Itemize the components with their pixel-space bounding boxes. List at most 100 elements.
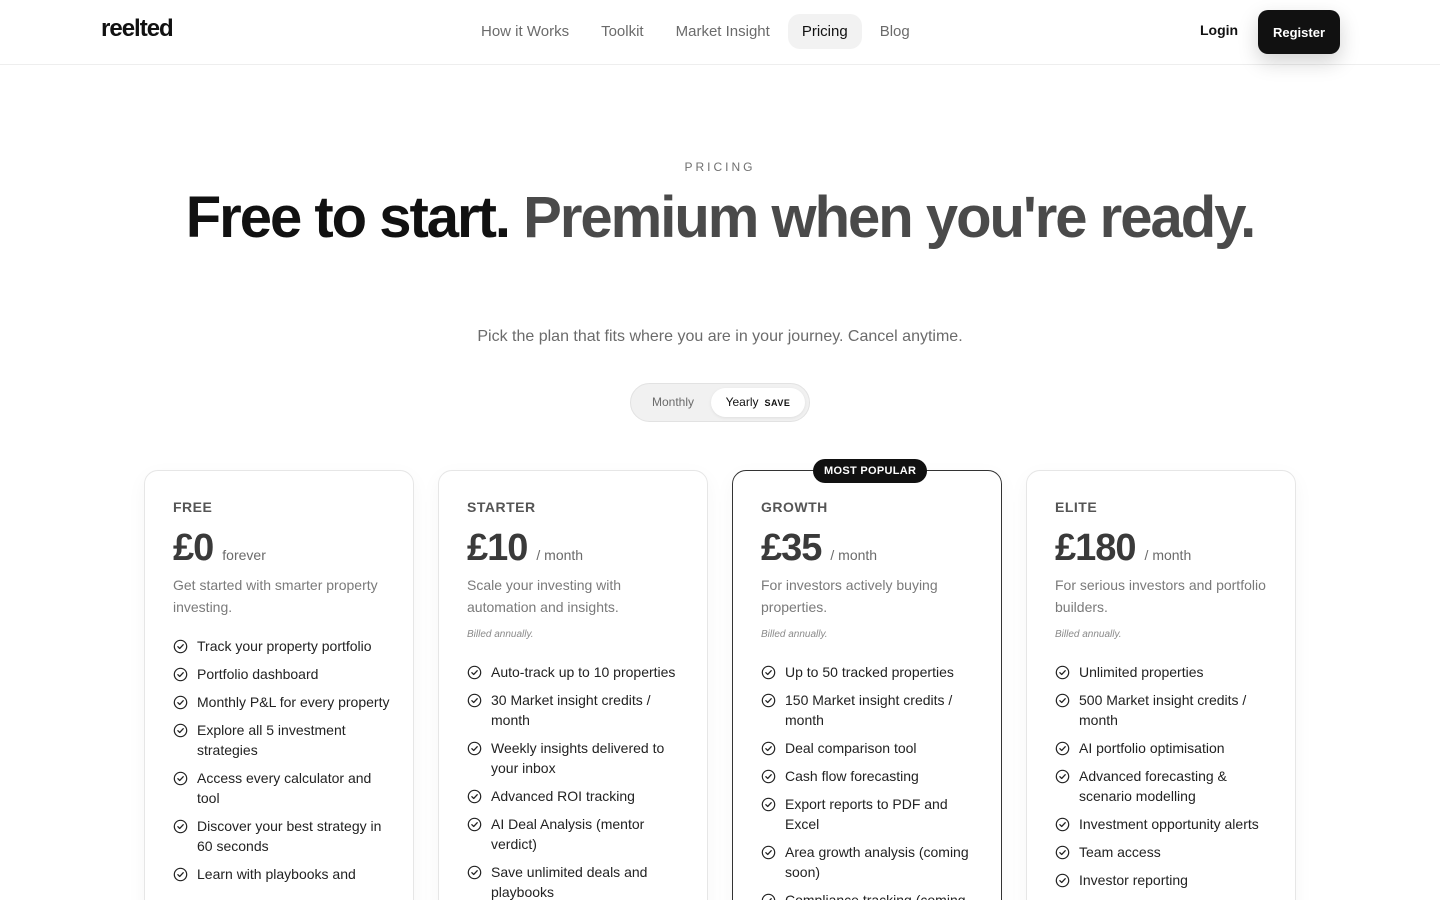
site-header: reelted How it Works Toolkit Market Insi… (0, 0, 1440, 65)
check-circle-icon (761, 769, 776, 784)
feature-item: 30 Market insight credits / month (467, 690, 687, 730)
feature-text: AI Deal Analysis (mentor verdict) (491, 816, 645, 852)
feature-item: Investment opportunity alerts (1055, 814, 1275, 834)
most-popular-badge: MOST POPULAR (813, 459, 928, 483)
plan-price: £10 (467, 527, 528, 569)
plan-card-growth: MOST POPULAR GROWTH £35 / month For inves… (732, 459, 1002, 900)
check-circle-icon (1055, 873, 1070, 888)
feature-item: Weekly insights delivered to your inbox (467, 738, 687, 778)
nav-pricing[interactable]: Pricing (787, 14, 862, 49)
register-button[interactable]: Register (1258, 10, 1340, 54)
toggle-yearly[interactable]: Yearly SAVE (711, 388, 805, 417)
plan-price: £35 (761, 527, 822, 569)
toggle-monthly[interactable]: Monthly (637, 388, 709, 417)
toggle-yearly-label: Yearly (725, 395, 759, 409)
check-circle-icon (173, 771, 188, 786)
feature-item: Learn with playbooks and (173, 864, 393, 884)
feature-text: Advanced ROI tracking (491, 788, 635, 804)
check-circle-icon (467, 741, 482, 756)
feature-text: Compliance tracking (coming (785, 892, 966, 900)
page-headline: Free to start. Premium when you're ready… (0, 188, 1440, 248)
check-circle-icon (761, 665, 776, 680)
feature-item: Track your property portfolio (173, 636, 393, 656)
billing-note: Billed annually. (1055, 629, 1122, 640)
feature-text: Save unlimited deals and playbooks (491, 864, 648, 900)
nav-how-it-works[interactable]: How it Works (467, 14, 583, 49)
feature-item: Save unlimited deals and playbooks (467, 862, 687, 900)
feature-item: Area growth analysis (coming soon) (761, 842, 981, 882)
plan-card-starter: STARTER £10 / month Scale your investing… (438, 470, 708, 900)
feature-item: Explore all 5 investment strategies (173, 720, 393, 760)
check-circle-icon (1055, 693, 1070, 708)
check-circle-icon (173, 667, 188, 682)
feature-item: Advanced ROI tracking (467, 786, 687, 806)
plan-description: Scale your investing with automation and… (467, 577, 622, 615)
feature-item: Auto-track up to 10 properties (467, 662, 687, 682)
price-row: £180 / month (1055, 527, 1191, 570)
feature-list: Unlimited properties 500 Market insight … (1055, 662, 1275, 898)
logo[interactable]: reelted (101, 15, 174, 43)
feature-list: Track your property portfolio Portfolio … (173, 636, 393, 892)
feature-text: Monthly P&L for every property (197, 694, 390, 710)
check-circle-icon (761, 845, 776, 860)
check-circle-icon (761, 797, 776, 812)
feature-item: Discover your best strategy in 60 second… (173, 816, 393, 856)
feature-item: Deal comparison tool (761, 738, 981, 758)
plan-period: / month (536, 547, 584, 563)
check-circle-icon (761, 693, 776, 708)
plan-price: £0 (173, 527, 214, 569)
check-circle-icon (761, 741, 776, 756)
feature-text: Learn with playbooks and (197, 866, 356, 882)
feature-item: AI Deal Analysis (mentor verdict) (467, 814, 687, 854)
feature-list: Up to 50 tracked properties 150 Market i… (761, 662, 981, 900)
feature-text: Cash flow forecasting (785, 768, 919, 784)
plan-card-free: FREE £0 forever Get started with smarter… (144, 470, 414, 900)
nav-toolkit[interactable]: Toolkit (587, 14, 658, 49)
feature-item: AI portfolio optimisation (1055, 738, 1275, 758)
feature-text: Track your property portfolio (197, 638, 372, 654)
feature-item: Up to 50 tracked properties (761, 662, 981, 682)
feature-item: Access every calculator and tool (173, 768, 393, 808)
plan-period: forever (222, 547, 266, 563)
check-circle-icon (761, 893, 776, 900)
feature-text: Advanced forecasting & scenario modellin… (1079, 768, 1227, 804)
feature-item: Investor reporting (1055, 870, 1275, 890)
nav-blog[interactable]: Blog (866, 14, 924, 49)
price-row: £0 forever (173, 527, 266, 570)
check-circle-icon (173, 819, 188, 834)
check-circle-icon (173, 723, 188, 738)
feature-text: Investor reporting (1079, 872, 1188, 888)
login-link[interactable]: Login (1186, 20, 1252, 40)
feature-list: Auto-track up to 10 properties 30 Market… (467, 662, 687, 900)
check-circle-icon (1055, 665, 1070, 680)
plan-description: Get started with smarter property invest… (173, 577, 378, 615)
nav-market-insight[interactable]: Market Insight (662, 14, 784, 49)
plan-price: £180 (1055, 527, 1137, 569)
feature-text: 500 Market insight credits / month (1079, 692, 1247, 728)
headline-grey: Premium when you're ready. (523, 185, 1256, 250)
feature-text: Investment opportunity alerts (1079, 816, 1259, 832)
feature-text: Auto-track up to 10 properties (491, 664, 676, 680)
feature-text: Access every calculator and tool (197, 770, 372, 806)
plan-name: FREE (173, 499, 213, 515)
feature-item: Cash flow forecasting (761, 766, 981, 786)
feature-text: 150 Market insight credits / month (785, 692, 953, 728)
plan-period: / month (830, 547, 878, 563)
price-row: £35 / month (761, 527, 877, 570)
feature-item: 150 Market insight credits / month (761, 690, 981, 730)
check-circle-icon (1055, 741, 1070, 756)
check-circle-icon (1055, 769, 1070, 784)
feature-text: Deal comparison tool (785, 740, 917, 756)
feature-text: Team access (1079, 844, 1161, 860)
plan-description: For serious investors and portfolio buil… (1055, 577, 1266, 615)
feature-item: 500 Market insight credits / month (1055, 690, 1275, 730)
feature-item: Export reports to PDF and Excel (761, 794, 981, 834)
check-circle-icon (1055, 817, 1070, 832)
plan-name: GROWTH (761, 499, 828, 515)
plan-period: / month (1144, 547, 1192, 563)
price-row: £10 / month (467, 527, 583, 570)
check-circle-icon (467, 817, 482, 832)
billing-note: Billed annually. (761, 629, 828, 640)
feature-item: Portfolio dashboard (173, 664, 393, 684)
section-eyebrow: PRICING (684, 160, 756, 174)
